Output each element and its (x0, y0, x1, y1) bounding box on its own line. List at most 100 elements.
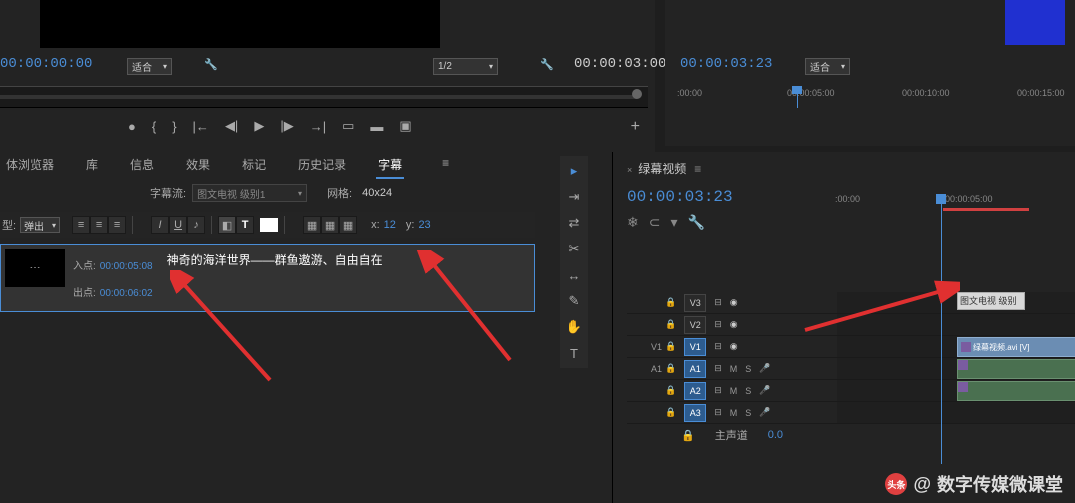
mix-track[interactable]: 🔒 主声道 0.0 (627, 424, 1075, 446)
pos-3-icon[interactable]: ▦ (339, 216, 357, 234)
lock-icon[interactable]: 🔒 (665, 407, 676, 418)
track-v2[interactable]: 🔒V2⊟◉ (627, 314, 1075, 336)
program-timecode[interactable]: 00:00:03:23 (680, 56, 772, 72)
track-v3[interactable]: 🔒 V3 ⊟ ◉ 图文电视 级别 (627, 292, 1075, 314)
lock-icon[interactable]: 🔒 (665, 319, 676, 330)
solo-button[interactable]: S (745, 364, 751, 374)
program-monitor[interactable] (1005, 0, 1065, 45)
caption-text-field[interactable]: 神奇的海洋世界——群鱼遨游、自由自在 (157, 245, 534, 311)
track-a3[interactable]: 🔒 A3 ⊟ MS 🎤 (627, 402, 1075, 424)
pos-2-icon[interactable]: ▦ (321, 216, 339, 234)
close-icon[interactable]: × (627, 165, 632, 175)
pos-1-icon[interactable]: ▦ (303, 216, 321, 234)
align-right-icon[interactable]: ≡ (108, 216, 126, 234)
mute-button[interactable]: M (730, 364, 738, 374)
go-out-icon[interactable]: →| (310, 119, 326, 134)
source-patch[interactable]: V1 (651, 342, 671, 352)
out-point-timecode[interactable]: 00:00:06:02 (100, 288, 153, 299)
settings-icon[interactable]: 🔧 (204, 58, 218, 71)
source-out-timecode[interactable]: 00:00:03:00 (574, 56, 666, 72)
toggle-output-icon[interactable]: ⊟ (714, 319, 722, 330)
insert-icon[interactable]: ▭ (342, 118, 354, 134)
track-header[interactable]: V3 (684, 294, 706, 312)
panel-menu-icon[interactable]: ≡ (694, 162, 701, 176)
snap-icon[interactable]: ❄ (627, 214, 639, 231)
solo-button[interactable]: S (745, 408, 751, 418)
color-swatch[interactable] (260, 218, 278, 232)
mark-out-icon[interactable]: } (172, 119, 176, 134)
eye-icon[interactable]: ◉ (730, 297, 738, 308)
toggle-output-icon[interactable]: ⊟ (714, 341, 722, 352)
tab-libraries[interactable]: 库 (84, 152, 100, 179)
type-tool-icon[interactable]: T (565, 344, 583, 362)
track-select-icon[interactable]: ⇥ (565, 188, 583, 206)
source-zoom-dropdown[interactable]: 1/2▾ (433, 58, 498, 75)
track-header[interactable]: A1 (684, 360, 706, 378)
source-patch[interactable]: A1 (651, 364, 671, 374)
step-fwd-icon[interactable]: |▶ (280, 118, 293, 134)
mute-button[interactable]: M (730, 386, 738, 396)
caption-stream-dropdown[interactable]: 图文电视 级别1▾ (192, 184, 307, 202)
panel-menu-icon[interactable]: ≡ (440, 152, 451, 179)
video-clip[interactable]: 绿幕视频.avi [V] (957, 337, 1075, 357)
source-monitor[interactable] (40, 0, 440, 48)
title-clip[interactable]: 图文电视 级别 (957, 292, 1025, 310)
source-fit-dropdown[interactable]: 适合▾ (127, 58, 172, 75)
music-icon[interactable]: ♪ (187, 216, 205, 234)
caption-clip-row[interactable]: - - - 入点:00:00:05:08 出点:00:00:06:02 神奇的海… (0, 244, 535, 312)
ripple-edit-icon[interactable]: ⇄ (565, 214, 583, 232)
step-back-icon[interactable]: ◀| (225, 118, 238, 134)
timeline-timecode[interactable]: 00:00:03:23 (627, 188, 733, 206)
italic-icon[interactable]: I (151, 216, 169, 234)
align-left-icon[interactable]: ≡ (72, 216, 90, 234)
add-marker-icon[interactable]: ● (128, 119, 136, 134)
track-header[interactable]: V1 (684, 338, 706, 356)
mic-icon[interactable]: 🎤 (759, 385, 770, 396)
timeline-ruler[interactable]: :00:00 00:00:05:00 (835, 194, 1075, 214)
bg-color-icon[interactable]: ◧ (218, 216, 236, 234)
in-point-timecode[interactable]: 00:00:05:08 (100, 261, 153, 272)
program-fit-dropdown[interactable]: 适合▾ (805, 58, 850, 75)
x-value[interactable]: 12 (384, 219, 396, 231)
link-icon[interactable]: ⊂ (649, 214, 661, 231)
align-center-icon[interactable]: ≡ (90, 216, 108, 234)
toggle-output-icon[interactable]: ⊟ (714, 363, 722, 374)
mute-button[interactable]: M (730, 408, 738, 418)
tab-media-browser[interactable]: 体浏览器 (4, 152, 56, 179)
track-header[interactable]: A3 (684, 404, 706, 422)
mark-in-icon[interactable]: { (152, 119, 156, 134)
source-in-timecode[interactable]: 00:00:00:00 (0, 56, 92, 72)
overwrite-icon[interactable]: ▬ (370, 119, 383, 134)
tab-markers[interactable]: 标记 (240, 152, 268, 179)
fx-icon[interactable] (958, 382, 968, 392)
fx-icon[interactable] (958, 360, 968, 370)
audio-clip[interactable] (957, 359, 1075, 379)
fx-icon[interactable] (961, 342, 971, 352)
slip-tool-icon[interactable]: ↔ (565, 266, 583, 284)
y-value[interactable]: 23 (418, 219, 430, 231)
marker-icon[interactable]: ▾ (670, 214, 677, 231)
lock-icon[interactable]: 🔒 (665, 385, 676, 396)
settings-icon[interactable]: 🔧 (540, 58, 554, 71)
settings-icon[interactable]: 🔧 (688, 214, 705, 231)
eye-icon[interactable]: ◉ (730, 341, 738, 352)
sequence-tab[interactable]: ×绿幕视频≡ (627, 160, 701, 177)
mic-icon[interactable]: 🎤 (759, 363, 770, 374)
solo-button[interactable]: S (745, 386, 751, 396)
track-a2[interactable]: 🔒A2⊟MS🎤 (627, 380, 1075, 402)
tab-effects[interactable]: 效果 (184, 152, 212, 179)
toggle-output-icon[interactable]: ⊟ (714, 407, 722, 418)
ruler-handle[interactable] (632, 89, 642, 99)
audio-clip[interactable] (957, 381, 1075, 401)
mic-icon[interactable]: 🎤 (759, 407, 770, 418)
lock-icon[interactable]: 🔒 (665, 297, 676, 308)
selection-tool-icon[interactable]: ▸ (565, 162, 583, 180)
program-ruler[interactable]: :00:00 00:00:05:00 00:00:10:00 00:00:15:… (677, 86, 1071, 108)
lock-icon[interactable]: 🔒 (681, 429, 695, 442)
track-header[interactable]: A2 (684, 382, 706, 400)
grid-value[interactable]: 40x24 (362, 187, 392, 199)
go-in-icon[interactable]: |← (193, 119, 209, 134)
toggle-output-icon[interactable]: ⊟ (714, 297, 722, 308)
type-dropdown[interactable]: 弹出▾ (20, 217, 60, 233)
tab-history[interactable]: 历史记录 (296, 152, 348, 179)
